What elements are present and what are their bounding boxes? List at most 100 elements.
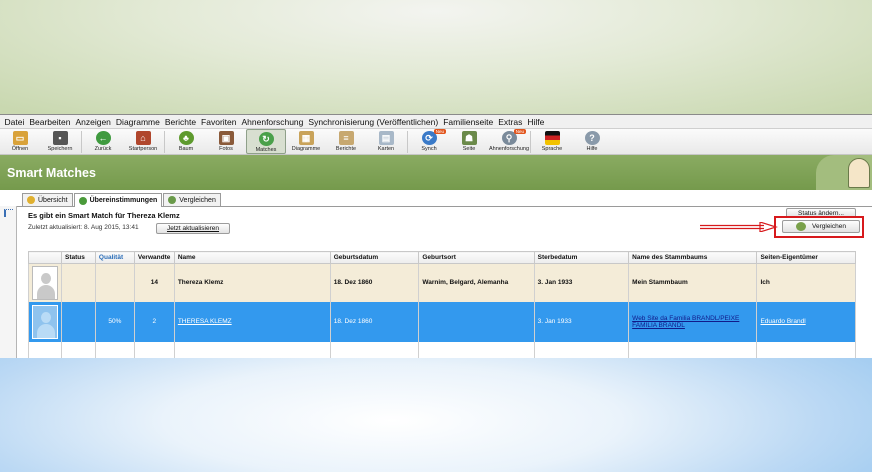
toolbar-diagrams-button[interactable]: ▦ Diagramme [286,129,326,154]
toolbar-label: Karten [377,146,395,152]
tab-label: Übereinstimmungen [89,197,158,204]
flag-icon [544,131,560,145]
toolbar-back-button[interactable]: ← Zurück [83,129,123,154]
death-date-cell: 3. Jan 1933 [533,263,630,302]
toolbar-label: Matches [255,147,277,153]
smart-matches-banner: Smart Matches [0,155,872,190]
relatives-cell: 14 [133,263,175,302]
page-title: Smart Matches [7,165,96,180]
tab-overview[interactable]: Übersicht [22,193,73,206]
red-arrow-annotation [700,222,778,232]
tree-name-cell: Web Site da Familia BRANDL/PEIXE FAMILIA… [628,301,758,342]
blurred-top-background [0,0,872,114]
compare-tab-icon [168,196,177,204]
tab-matches[interactable]: Übereinstimmungen [73,193,163,207]
report-icon: ≡ [338,131,354,145]
toolbar-label: Hilfe [586,146,598,152]
toolbar-home-button[interactable]: ⌂ Startperson [123,129,163,154]
toolbar-matches-button[interactable]: ↻ Matches [246,129,286,154]
match-name-link[interactable]: THERESA KLEMZ [178,318,232,325]
matches-icon: ↻ [258,132,274,146]
toolbar-separator [407,131,408,153]
quality-cell [94,263,135,302]
compare-button[interactable]: Vergleichen [782,220,860,233]
folder-icon: ▭ [12,131,28,145]
status-cell [61,301,96,342]
column-header-death-date[interactable]: Sterbedatum [533,251,630,264]
menu-extras[interactable]: Extras [496,117,525,127]
matches-content: Es gibt ein Smart Match für Thereza Klem… [18,206,872,358]
column-header-quality[interactable]: Qualität [94,251,135,264]
birth-place-cell [418,301,535,342]
toolbar-label: Speichern [47,146,73,152]
death-date-cell: 3. Jan 1933 [533,301,630,342]
menu-hilfe[interactable]: Hilfe [525,117,547,127]
toolbar-tree-button[interactable]: ♣ Baum [166,129,206,154]
tab-label: Übersicht [38,196,68,204]
toolbar-help-button[interactable]: ? Hilfe [572,129,612,154]
column-header-name[interactable]: Name [173,251,331,264]
toolbar-label: Diagramme [291,146,321,152]
toolbar-label: Fotos [219,146,233,152]
column-header-status[interactable]: Status [61,251,96,264]
toolbar-save-button[interactable]: ▪ Speichern [40,129,80,154]
toolbar-maps-button[interactable]: ▤ Karten [366,129,406,154]
list-view-icon[interactable] [4,209,13,217]
name-cell: THERESA KLEMZ [173,301,331,342]
back-arrow-icon: ← [95,131,111,145]
menu-anzeigen[interactable]: Anzeigen [73,117,113,127]
tree-name-cell: Mein Stammbaum [628,263,758,302]
page-icon: ☗ [461,131,477,145]
menu-ahnenforschung[interactable]: Ahnenforschung [239,117,306,127]
menu-favoriten[interactable]: Favoriten [199,117,239,127]
photo-cell [28,263,62,302]
toolbar-sync-button[interactable]: ⟳ Neu Synch [409,129,449,154]
column-header-relatives[interactable]: Verwandte [133,251,175,264]
menu-diagramme[interactable]: Diagramme [113,117,162,127]
menu-bar: Datei Bearbeiten Anzeigen Diagramme Beri… [0,115,872,129]
match-heading: Es gibt ein Smart Match für Thereza Klem… [28,211,180,220]
tree-site-link[interactable]: Web Site da Familia BRANDL/PEIXE FAMILIA… [632,315,739,329]
toolbar-research-button[interactable]: ⚲ Neu Ahnenforschung [489,129,529,154]
birth-place-cell: Warnim, Belgard, Alemanha [418,263,535,302]
photo-cell [28,301,62,342]
toolbar-reports-button[interactable]: ≡ Berichte [326,129,366,154]
matches-table: Status Qualität Verwandte Name Geburtsda… [28,251,856,358]
column-header-photo [28,251,62,264]
menu-synchronisierung[interactable]: Synchronisierung (Veröffentlichen) [306,117,441,127]
menu-familienseite[interactable]: Familienseite [441,117,496,127]
blurred-bottom-background [0,358,872,472]
menu-datei[interactable]: Datei [2,117,27,127]
toolbar-label: Zurück [94,146,112,152]
person-silhouette-icon [32,265,58,300]
home-icon: ⌂ [135,131,151,145]
toolbar-label: Seite [462,146,476,152]
toolbar-open-button[interactable]: ▭ Öffnen [0,129,40,154]
quality-cell: 50% [94,301,135,342]
diagram-icon: ▦ [298,131,314,145]
birth-date-cell: 18. Dez 1860 [329,263,420,302]
table-row-selected[interactable]: 50% 2 THERESA KLEMZ 18. Dez 1860 3. Jan … [28,301,856,342]
toolbar-page-button[interactable]: ☗ Seite [449,129,489,154]
app-window: Datei Bearbeiten Anzeigen Diagramme Beri… [0,114,872,358]
owner-cell: Ich [756,263,856,302]
owner-cell: Eduardo Brandl [756,301,856,342]
column-header-birth-place[interactable]: Geburtsort [418,251,535,264]
menu-berichte[interactable]: Berichte [162,117,198,127]
table-row[interactable]: 14 Thereza Klemz 18. Dez 1860 Warnim, Be… [28,263,856,302]
tab-compare[interactable]: Vergleichen [163,193,221,206]
column-header-tree-name[interactable]: Name des Stammbaums [628,251,758,264]
new-badge: Neu [433,129,446,134]
toolbar-photos-button[interactable]: ▣ Fotos [206,129,246,154]
column-header-owner[interactable]: Seiten-Eigentümer [756,251,856,264]
toolbar-language-button[interactable]: Sprache [532,129,572,154]
menu-bearbeiten[interactable]: Bearbeiten [27,117,73,127]
toolbar-label: Baum [178,146,194,152]
side-panel [0,206,17,358]
owner-link[interactable]: Eduardo Brandl [760,318,805,325]
column-header-birth-date[interactable]: Geburtsdatum [329,251,420,264]
help-icon: ? [584,131,600,145]
table-row-empty [28,341,856,358]
refresh-now-button[interactable]: Jetzt aktualisieren [156,223,230,234]
person-silhouette-icon [32,304,58,339]
